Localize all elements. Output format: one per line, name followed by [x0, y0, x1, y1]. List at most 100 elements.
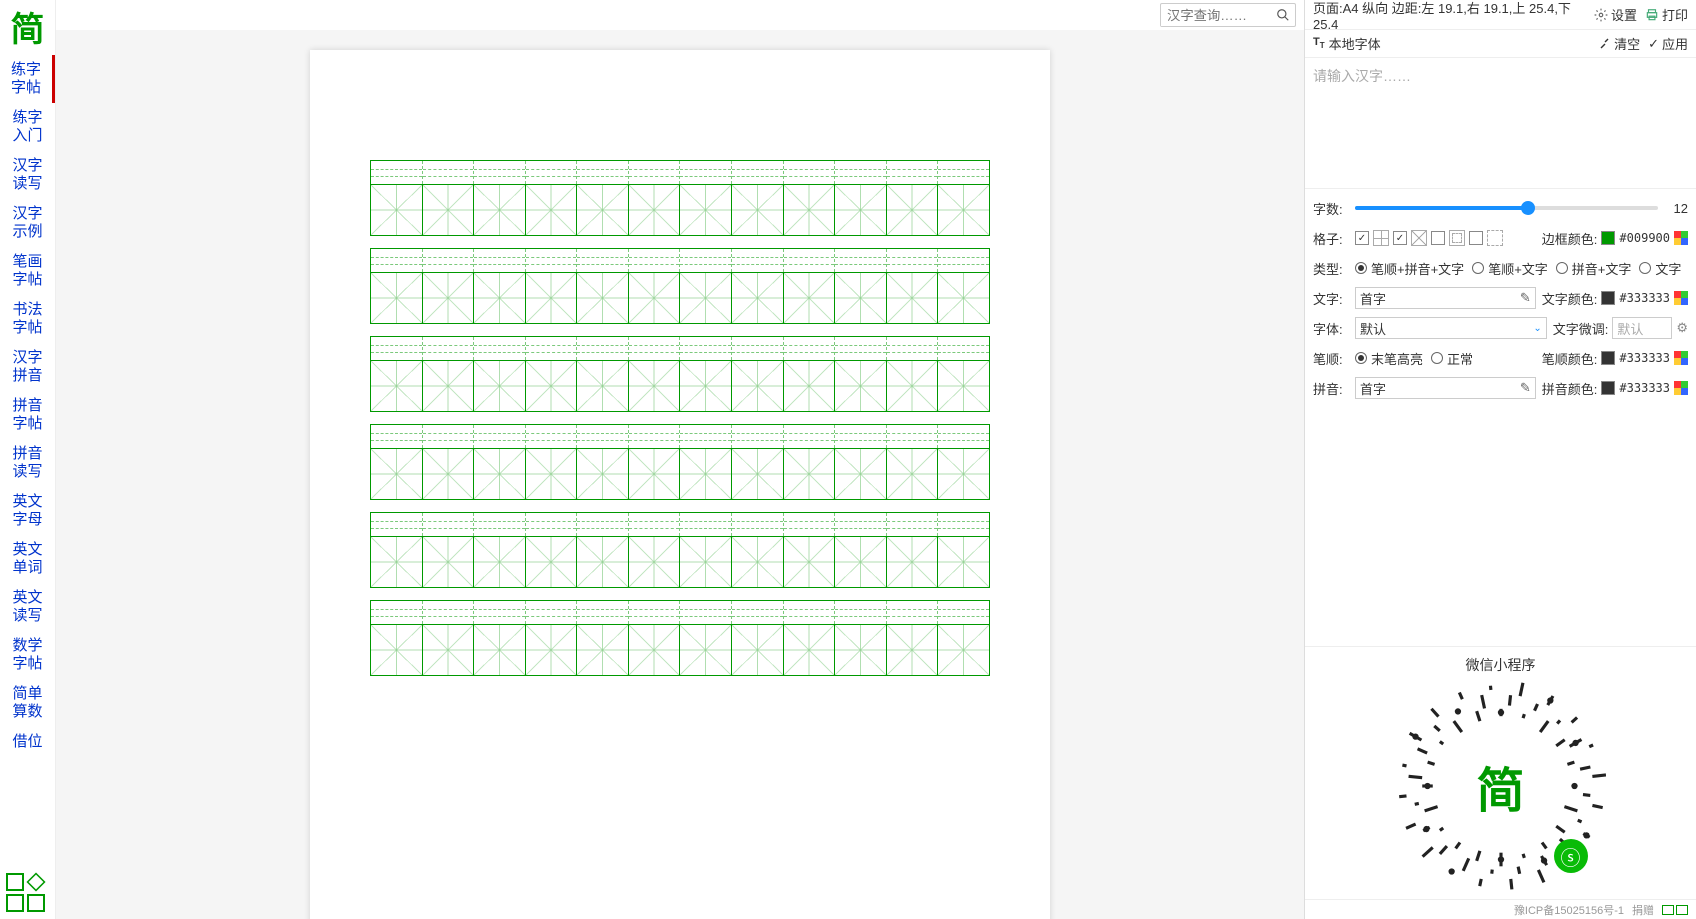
stroke-label: 笔顺:: [1313, 349, 1349, 368]
grid-check-cross[interactable]: [1355, 231, 1369, 245]
pencil-icon: ✎: [1520, 380, 1531, 396]
pinyin-color-picker[interactable]: [1674, 381, 1688, 395]
text-color-label: 文字颜色:: [1542, 289, 1598, 308]
nav-item-5[interactable]: 书法 字帖: [0, 295, 55, 343]
nav-item-8[interactable]: 拼音 读写: [0, 439, 55, 487]
text-color-swatch: [1601, 291, 1615, 305]
pinyin-color-label: 拼音颜色:: [1542, 379, 1598, 398]
grid-block: [370, 336, 990, 412]
local-font-label[interactable]: 本地字体: [1329, 34, 1381, 53]
border-color-picker[interactable]: [1674, 231, 1688, 245]
chevron-down-icon: ⌄: [1533, 323, 1541, 334]
sidebar: 简 练字 字帖练字 入门汉字 读写汉字 示例笔画 字帖书法 字帖汉字 拼音拼音 …: [0, 0, 56, 919]
tune-label: 文字微调:: [1553, 319, 1609, 338]
icp-link[interactable]: 豫ICP备15025156号-1: [1514, 902, 1624, 918]
nav-item-1[interactable]: 练字 入门: [0, 103, 55, 151]
search-icon: [1276, 8, 1290, 22]
nav-item-14[interactable]: 借位: [0, 727, 55, 757]
nav-item-3[interactable]: 汉字 示例: [0, 199, 55, 247]
apply-button[interactable]: ✓ 应用: [1648, 34, 1688, 53]
broom-icon: [1599, 38, 1611, 50]
footer-icons: [1662, 905, 1688, 915]
nav-item-13[interactable]: 简单 算数: [0, 679, 55, 727]
tune-gear-icon[interactable]: ⚙: [1676, 320, 1688, 336]
font-type-icon: TT: [1313, 36, 1325, 50]
settings-button[interactable]: 设置: [1594, 5, 1637, 24]
page-info: 页面:A4 纵向 边距:左 19.1,右 19.1,上 25.4,下 25.4: [1313, 0, 1586, 32]
nav-item-9[interactable]: 英文 字母: [0, 487, 55, 535]
footer: 豫ICP备15025156号-1 捐赠: [1305, 899, 1696, 919]
grid-block: [370, 512, 990, 588]
topbar: [56, 0, 1304, 30]
nav-item-10[interactable]: 英文 单词: [0, 535, 55, 583]
stroke-radio-group: 末笔高亮正常: [1355, 349, 1536, 368]
search-input[interactable]: [1161, 5, 1271, 26]
grid-options: [1355, 230, 1536, 246]
nav-item-4[interactable]: 笔画 字帖: [0, 247, 55, 295]
grid-dashed-icon: [1487, 230, 1503, 246]
pinyin-label: 拼音:: [1313, 379, 1349, 398]
type-radio-0[interactable]: 笔顺+拼音+文字: [1355, 259, 1464, 278]
logo: 简: [0, 0, 55, 55]
print-button[interactable]: 打印: [1645, 5, 1688, 24]
nav-list: 练字 字帖练字 入门汉字 读写汉字 示例笔画 字帖书法 字帖汉字 拼音拼音 字帖…: [0, 55, 55, 869]
count-value: 12: [1664, 201, 1688, 216]
grid-check-dashed[interactable]: [1469, 231, 1483, 245]
pencil-icon: ✎: [1520, 290, 1531, 306]
nav-item-12[interactable]: 数学 字帖: [0, 631, 55, 679]
grid-check-dots[interactable]: [1431, 231, 1445, 245]
grid-label: 格子:: [1313, 229, 1349, 248]
text-select[interactable]: 首字 ✎: [1355, 287, 1536, 309]
grid-block: [370, 160, 990, 236]
type-radio-3[interactable]: 文字: [1639, 259, 1681, 278]
text-color-picker[interactable]: [1674, 291, 1688, 305]
shape-square-icon: [6, 873, 24, 891]
search-button[interactable]: [1271, 4, 1295, 26]
nav-item-7[interactable]: 拼音 字帖: [0, 391, 55, 439]
shape-square2-icon: [6, 894, 24, 912]
pinyin-color-value: #333333: [1619, 381, 1670, 395]
character-input[interactable]: [1305, 58, 1696, 188]
page-preview: [310, 50, 1050, 919]
stroke-radio-1[interactable]: 正常: [1431, 349, 1473, 368]
main-area: [56, 0, 1304, 919]
stroke-color-value: #333333: [1619, 351, 1670, 365]
search-box: [1160, 3, 1296, 27]
clear-button[interactable]: 清空: [1599, 34, 1640, 53]
nav-item-11[interactable]: 英文 读写: [0, 583, 55, 631]
grid-x-icon: [1411, 230, 1427, 246]
border-color-label: 边框颜色:: [1542, 229, 1598, 248]
grid-check-x[interactable]: [1393, 231, 1407, 245]
ad-section: 微信小程序 简 ⓢ: [1305, 646, 1696, 899]
gear-icon: [1594, 8, 1608, 22]
stroke-color-picker[interactable]: [1674, 351, 1688, 365]
printer-icon: [1645, 8, 1659, 22]
grid-block: [370, 600, 990, 676]
text-color-value: #333333: [1619, 291, 1670, 305]
type-radio-2[interactable]: 拼音+文字: [1556, 259, 1632, 278]
pinyin-color-swatch: [1601, 381, 1615, 395]
stroke-color-label: 笔顺颜色:: [1542, 349, 1598, 368]
tune-select[interactable]: 默认: [1612, 317, 1672, 339]
pinyin-select[interactable]: 首字 ✎: [1355, 377, 1536, 399]
stroke-color-swatch: [1601, 351, 1615, 365]
check-icon: ✓: [1648, 36, 1659, 52]
donate-link[interactable]: 捐赠: [1632, 902, 1654, 918]
type-radio-1[interactable]: 笔顺+文字: [1472, 259, 1548, 278]
nav-item-2[interactable]: 汉字 读写: [0, 151, 55, 199]
font-select[interactable]: 默认 ⌄: [1355, 317, 1547, 339]
type-radio-group: 笔顺+拼音+文字笔顺+文字拼音+文字文字: [1355, 259, 1688, 278]
ad-title: 微信小程序: [1305, 655, 1696, 675]
nav-item-6[interactable]: 汉字 拼音: [0, 343, 55, 391]
count-slider[interactable]: [1355, 206, 1658, 210]
grid-cross-icon: [1373, 230, 1389, 246]
grid-dots-icon: [1449, 230, 1465, 246]
border-color-value: #009900: [1619, 231, 1670, 245]
preview-scroll[interactable]: [56, 30, 1304, 919]
shape-square3-icon: [27, 894, 45, 912]
wechat-mp-icon: ⓢ: [1554, 839, 1588, 873]
stroke-radio-0[interactable]: 末笔高亮: [1355, 349, 1423, 368]
shape-diamond-icon: [26, 872, 45, 891]
nav-item-0[interactable]: 练字 字帖: [0, 55, 55, 103]
sidebar-shapes: [0, 869, 55, 919]
